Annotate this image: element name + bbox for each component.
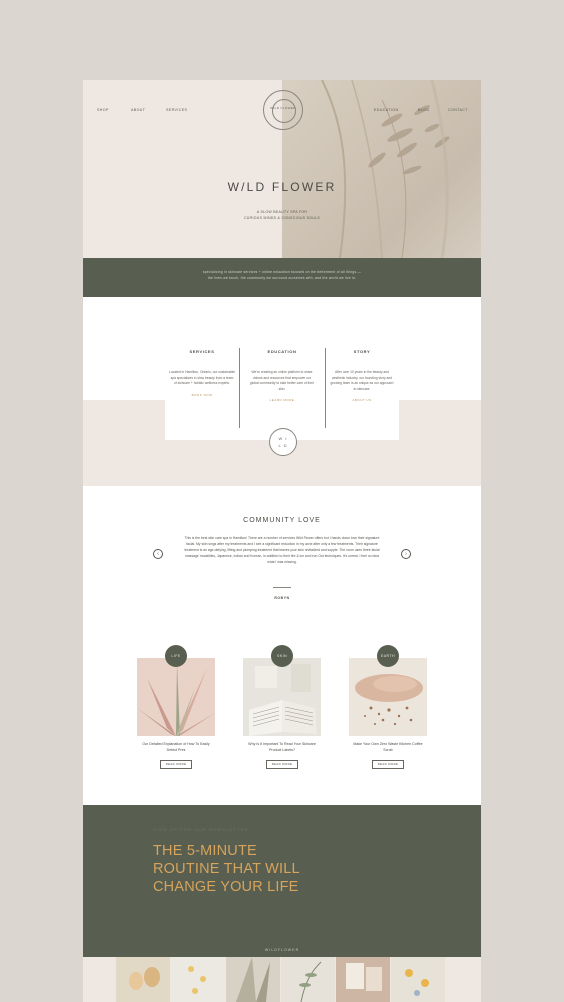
newsletter-eyebrow: SIGN UP FOR OUR NEWSLETTER xyxy=(153,827,249,832)
read-more-button[interactable]: READ MORE xyxy=(372,760,404,769)
mission-line-2: the lives we touch, the community we sur… xyxy=(207,276,357,280)
newsletter-section: SIGN UP FOR OUR NEWSLETTER THE 5-MINUTE … xyxy=(83,805,481,959)
hero: SHOP ABOUT SERVICES EDUCATION BLOG CONTA… xyxy=(83,80,481,258)
aloe-plant-image xyxy=(137,658,215,736)
book-now-link[interactable]: BOOK NOW xyxy=(169,393,235,397)
seal-text: W I L D xyxy=(270,435,296,449)
post-title[interactable]: Our Detailed Explanation of How To Easil… xyxy=(137,741,215,753)
page: SHOP ABOUT SERVICES EDUCATION BLOG CONTA… xyxy=(83,80,481,1002)
testimonial-author: ROBYN xyxy=(274,596,290,600)
gallery-image[interactable] xyxy=(391,957,445,1002)
post-title[interactable]: Why Is It Important To Read Your Skincar… xyxy=(243,741,321,753)
seal-line-1: W I xyxy=(278,436,288,441)
read-more-button[interactable]: READ MORE xyxy=(160,760,192,769)
brand-logo[interactable]: WILD FLOWER xyxy=(263,90,303,130)
mission-banner: specializing in skincare services + onli… xyxy=(83,258,481,297)
nav-blog[interactable]: BLOG xyxy=(418,108,430,112)
service-column-story: STORY After over 10 years in the beauty … xyxy=(329,349,395,402)
logo-text: WILD FLOWER xyxy=(270,106,296,110)
service-divider xyxy=(325,348,326,428)
service-column-services: SERVICES Located in Hamilton, Ontario, o… xyxy=(169,349,235,397)
service-description: We're creating an online platform to sha… xyxy=(249,370,315,391)
nav-contact[interactable]: CONTACT xyxy=(448,108,468,112)
wild-seal-badge: W I L D xyxy=(269,428,297,456)
service-heading: STORY xyxy=(353,349,371,354)
hero-botanical-photo xyxy=(282,80,481,258)
gallery-image[interactable] xyxy=(226,957,280,1002)
chevron-right-icon[interactable]: › xyxy=(401,549,411,559)
testimonial-divider xyxy=(273,587,291,588)
instagram-gallery xyxy=(83,957,481,1002)
post-title[interactable]: Make Your Own Zero Waste Kitchen Coffee … xyxy=(349,741,427,753)
blog-post-card[interactable]: EARTH Make Your Own Zero Waste Kitchen C… xyxy=(349,645,427,769)
gallery-image[interactable] xyxy=(336,957,390,1002)
hero-subtitle: A SLOW BEAUTY SPA FOR CURIOUS MINDS & CO… xyxy=(233,209,331,221)
blog-post-card[interactable]: LIFE Our Detailed Explanation of How To … xyxy=(137,645,215,769)
service-description: After over 10 years in the beauty and ae… xyxy=(330,370,394,391)
open-book-image xyxy=(243,658,321,736)
post-tag: SKIN xyxy=(271,645,293,667)
post-tag: EARTH xyxy=(377,645,399,667)
post-tag: LIFE xyxy=(165,645,187,667)
nav-services[interactable]: SERVICES xyxy=(166,108,187,112)
coffee-scrub-image xyxy=(349,658,427,736)
seal-line-2: L D xyxy=(278,443,288,448)
hero-title: W/LD FLOWER xyxy=(227,180,337,194)
service-description: Located in Hamilton, Ontario, our sustai… xyxy=(169,370,235,386)
newsletter-headline: THE 5-MINUTE ROUTINE THAT WILL CHANGE YO… xyxy=(153,842,353,896)
read-more-button[interactable]: READ MORE xyxy=(266,760,298,769)
service-column-education: EDUCATION We're creating an online platf… xyxy=(249,349,315,402)
gallery-image[interactable] xyxy=(116,957,170,1002)
nav-education[interactable]: EDUCATION xyxy=(374,108,399,112)
nav-shop[interactable]: SHOP xyxy=(97,108,109,112)
headline-line-3: CHANGE YOUR LIFE xyxy=(153,879,299,895)
chevron-left-icon[interactable]: ‹ xyxy=(153,549,163,559)
mission-text: specializing in skincare services + onli… xyxy=(173,269,391,281)
headline-line-2: ROUTINE THAT WILL xyxy=(153,861,300,877)
gallery-image[interactable] xyxy=(171,957,225,1002)
about-us-link[interactable]: ABOUT US xyxy=(329,398,395,402)
flower-icon xyxy=(272,99,296,123)
gallery-image[interactable] xyxy=(281,957,335,1002)
footer-logo[interactable]: WILDFLOWER xyxy=(83,948,481,952)
learn-more-link[interactable]: LEARN MORE xyxy=(249,398,315,402)
nav-about[interactable]: ABOUT xyxy=(131,108,145,112)
testimonial-quote: This is the best skin care spa in Hamilt… xyxy=(184,536,380,564)
testimonial-title: COMMUNITY LOVE xyxy=(243,517,321,524)
service-heading: EDUCATION xyxy=(267,349,297,354)
hero-subtitle-line-2: CURIOUS MINDS & CONSCIOUS SOULS xyxy=(243,216,320,220)
blog-post-card[interactable]: SKIN Why Is It Important To Read Your Sk… xyxy=(243,645,321,769)
headline-line-1: THE 5-MINUTE xyxy=(153,843,257,859)
service-divider xyxy=(239,348,240,428)
service-heading: SERVICES xyxy=(189,349,215,354)
